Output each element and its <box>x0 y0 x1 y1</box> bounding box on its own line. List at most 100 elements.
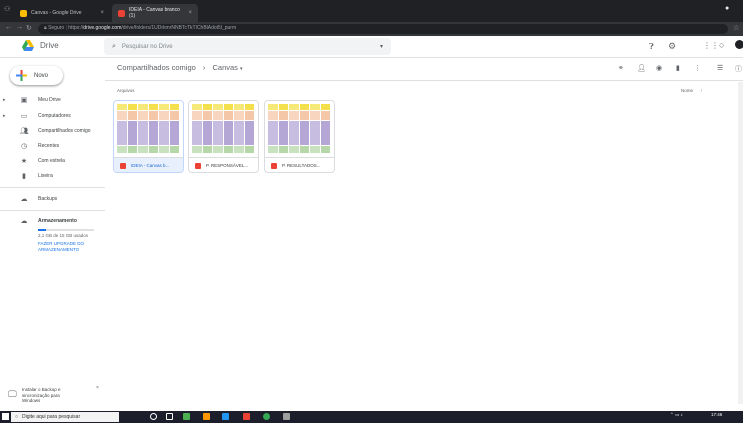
notifications-icon[interactable]: ○ <box>719 40 724 50</box>
thumbnail-cell <box>244 146 254 153</box>
backup-prompt: Instalar o Backup e sincronização para W… <box>22 387 61 403</box>
sidebar-item-backups[interactable]: ☁ Backups <box>0 193 100 205</box>
thumbnail-cell <box>202 121 212 145</box>
app-icon[interactable] <box>283 413 290 420</box>
upgrade-storage-link[interactable]: FAZER UPGRADE DO ARMAZENAMENTO <box>38 241 92 252</box>
reload-icon[interactable]: ↻ <box>26 24 32 32</box>
search-options-icon[interactable]: ▾ <box>380 43 383 50</box>
browser-tab-drive[interactable]: Canvas - Google Drive × <box>14 4 110 22</box>
thumbnail-cell <box>213 121 223 145</box>
breadcrumb-item-shared[interactable]: Compartilhados comigo <box>117 63 196 72</box>
taskbar-clock[interactable]: 17:46 <box>711 412 722 417</box>
computer-icon: 🖵︎ <box>8 389 17 399</box>
file-card[interactable]: P. RESPONSÁVEL... <box>188 100 259 173</box>
thumbnail-cell <box>192 104 202 110</box>
details-info-icon[interactable]: ⓘ <box>735 64 742 74</box>
sidebar-item-computers[interactable]: ▸ ▭ Computadores <box>0 110 100 122</box>
thumbnail-cell <box>213 111 223 120</box>
thumbnail-cell <box>202 111 212 120</box>
file-explorer-icon[interactable] <box>183 413 190 420</box>
bookmark-star-icon[interactable]: ☆ <box>733 24 739 32</box>
file-caption: P. RESPONSÁVEL... <box>189 157 258 172</box>
drive-logo[interactable]: Drive <box>22 40 59 51</box>
search-input[interactable]: ⌕ Pesquisar no Drive ▾ <box>104 38 391 55</box>
get-link-icon[interactable]: ⚭ <box>618 64 624 72</box>
share-icon[interactable]: 👤︎ <box>637 64 646 72</box>
preview-eye-icon[interactable]: ◉ <box>656 64 662 72</box>
trash-icon[interactable]: ▮ <box>676 64 680 72</box>
sidebar-item-my-drive[interactable]: ▸ ▣ Meu Drive <box>0 94 100 106</box>
app-icon[interactable] <box>243 413 250 420</box>
more-options-icon[interactable]: ⋮ <box>694 64 701 72</box>
thumbnail-cell <box>138 104 148 110</box>
taskbar-search-placeholder: Digite aqui para pesquisar <box>22 414 81 420</box>
account-avatar[interactable] <box>735 40 743 49</box>
file-card[interactable]: P. RESULTADOS... <box>264 100 335 173</box>
sidebar-item-starred[interactable]: ★ Com estrela <box>0 155 100 167</box>
thumbnail-cell <box>234 146 244 153</box>
chevron-down-icon[interactable]: ▾ <box>240 66 243 72</box>
back-icon[interactable]: ← <box>5 24 12 31</box>
url-path: /drive/folders/1UDrkmrNNBTcTkTIChBlAdot5… <box>121 25 237 31</box>
app-icon[interactable] <box>203 413 210 420</box>
apps-grid-icon[interactable]: ⋮⋮ <box>703 41 719 50</box>
browser-menu-icon[interactable]: ⚇ <box>4 5 10 13</box>
thumbnail-cell <box>244 111 254 120</box>
file-card[interactable]: IDEIA - Canvas b... <box>113 100 184 173</box>
system-tray-icons[interactable]: ⌃ ▭ ♪ <box>670 412 683 418</box>
thumbnail-cell <box>169 104 179 110</box>
file-thumbnail <box>189 101 258 156</box>
thumbnail-cell <box>310 111 320 120</box>
sidebar-item-shared[interactable]: 👥︎ Compartilhados comigo <box>0 125 100 137</box>
thumbnail-cell <box>320 104 330 110</box>
sidebar-item-storage[interactable]: ☁ Armazenamento <box>0 215 100 227</box>
clock-icon: ◷ <box>20 143 28 150</box>
sidebar-item-recent[interactable]: ◷ Recentes <box>0 140 100 152</box>
thumbnail-cell <box>289 146 299 153</box>
forward-icon[interactable]: → <box>16 24 23 31</box>
profile-icon[interactable]: ● <box>725 5 729 12</box>
storage-cloud-icon: ☁ <box>20 218 28 225</box>
close-tab-icon[interactable]: × <box>188 10 192 16</box>
sidebar-item-label: Recentes <box>38 143 60 149</box>
sort-ascending-arrow-icon: ↑ <box>700 88 703 93</box>
new-button-label: Novo <box>34 72 49 79</box>
thumbnail-cell <box>213 104 223 110</box>
thumbnail-cell <box>192 121 202 145</box>
breadcrumb-item-canvas[interactable]: Canvas <box>212 63 237 72</box>
chrome-icon[interactable] <box>263 413 270 420</box>
thumbnail-cell <box>159 146 169 153</box>
close-icon[interactable]: × <box>96 385 99 391</box>
thumbnail-cell <box>268 121 278 145</box>
thumbnail-cell <box>320 111 330 120</box>
thumbnail-cell <box>268 104 278 110</box>
url-input[interactable]: 🔒︎ Seguro | https://drive.google.com/dri… <box>38 24 728 34</box>
thumbnail-cell <box>159 104 169 110</box>
taskbar-search-input[interactable]: ○ Digite aqui para pesquisar <box>11 412 119 422</box>
thumbnail-cell <box>223 104 233 110</box>
sidebar-divider <box>0 210 105 211</box>
sidebar-item-label: Lixeira <box>38 173 53 179</box>
expand-arrow-icon[interactable]: ▸ <box>3 97 6 103</box>
pdf-file-icon <box>195 162 201 169</box>
sort-by-name[interactable]: Nome ↑ <box>681 88 703 93</box>
settings-gear-icon[interactable]: ⚙ <box>668 41 676 52</box>
cortana-icon[interactable] <box>150 413 157 420</box>
sidebar-item-label: Compartilhados comigo <box>38 128 91 134</box>
browser-tab-pdf[interactable]: IDEIA - Canvas branco (1) × <box>112 4 198 22</box>
thumbnail-cell <box>138 111 148 120</box>
backup-promo[interactable]: 🖵︎ Instalar o Backup e sincronização par… <box>8 385 100 405</box>
pdf-file-icon <box>271 162 277 169</box>
help-icon[interactable]: ❓︎ <box>649 42 654 52</box>
app-icon[interactable] <box>222 413 229 420</box>
scrollbar[interactable] <box>738 82 743 404</box>
windows-start-icon[interactable] <box>2 413 9 420</box>
sidebar-item-trash[interactable]: ▮ Lixeira <box>0 170 100 182</box>
close-tab-icon[interactable]: × <box>100 10 104 16</box>
list-view-icon[interactable]: ☰ <box>717 64 723 72</box>
thumbnail-cell <box>289 104 299 110</box>
thumbnail-cell <box>234 104 244 110</box>
expand-arrow-icon[interactable]: ▸ <box>3 113 6 119</box>
new-button[interactable]: Novo <box>10 66 63 85</box>
task-view-icon[interactable] <box>166 413 173 420</box>
